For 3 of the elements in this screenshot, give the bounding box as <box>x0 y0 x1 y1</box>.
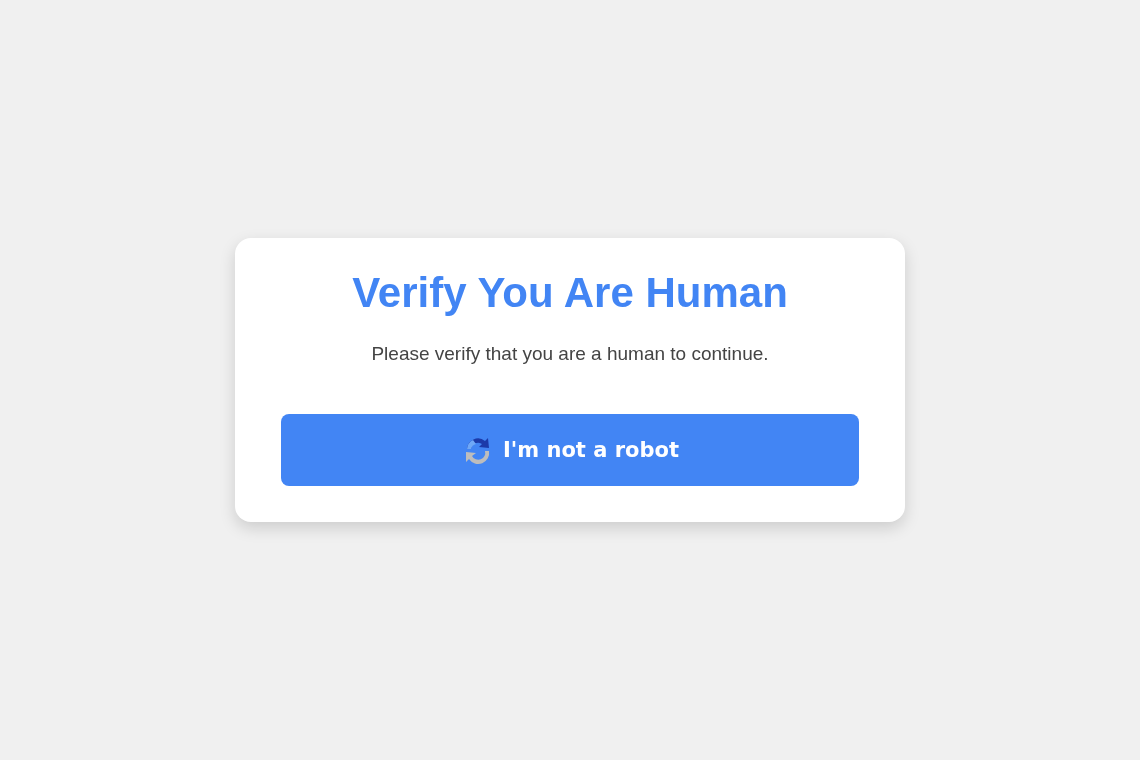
card-title: Verify You Are Human <box>351 267 789 318</box>
card-message: Please verify that you are a human to continue. <box>370 341 770 366</box>
verify-button[interactable]: I'm not a robot <box>281 414 859 487</box>
